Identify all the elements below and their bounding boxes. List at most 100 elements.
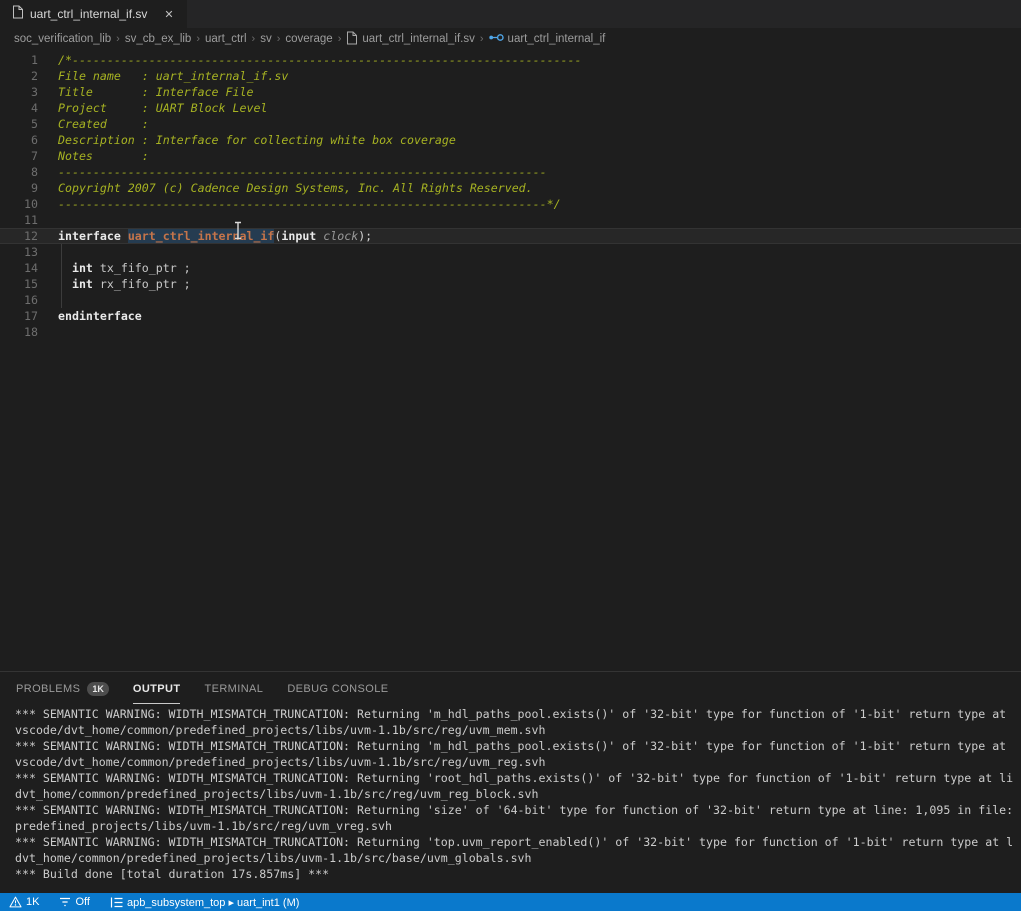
line-number: 11: [0, 212, 38, 228]
breadcrumb-file[interactable]: uart_ctrl_internal_if.sv: [346, 31, 475, 48]
line-number-gutter: 123456789101112131415161718: [0, 52, 38, 340]
breadcrumb-separator: ›: [338, 33, 342, 45]
code-token: ----------------------------------------…: [58, 197, 561, 211]
code-line-1: /*--------------------------------------…: [58, 52, 1021, 68]
line-number: 10: [0, 196, 38, 212]
status-item-label: 1K: [26, 896, 39, 908]
panel-tab-label: TERMINAL: [204, 683, 263, 695]
code-token: clock: [323, 229, 358, 243]
code-editor[interactable]: 123456789101112131415161718 /*----------…: [0, 50, 1021, 671]
line-number: 9: [0, 180, 38, 196]
breadcrumb-separator: ›: [252, 33, 256, 45]
code-line-14: int tx_fifo_ptr ;: [58, 260, 1021, 276]
close-icon[interactable]: ✕: [161, 7, 176, 22]
status-item-label: apb_subsystem_top ▸ uart_int1 (M): [127, 896, 299, 909]
breadcrumb-separator: ›: [116, 33, 120, 45]
output-line: vscode/dvt_home/common/predefined_projec…: [15, 722, 1021, 738]
panel-tab-label: PROBLEMS: [16, 683, 80, 695]
status-item-label: Off: [75, 896, 89, 908]
problems-count-badge: 1K: [87, 682, 109, 696]
breadcrumb-label: sv_cb_ex_lib: [125, 33, 191, 45]
breadcrumb: soc_verification_lib › sv_cb_ex_lib › uart_c…: [0, 28, 1021, 50]
line-number: 4: [0, 100, 38, 116]
output-line: *** SEMANTIC WARNING: WIDTH_MISMATCH_TRU…: [15, 706, 1021, 722]
output-line: *** SEMANTIC WARNING: WIDTH_MISMATCH_TRU…: [15, 834, 1021, 850]
code-token: int: [72, 277, 93, 291]
code-token: Notes :: [58, 149, 149, 163]
filter-icon: [59, 897, 71, 908]
code-token: tx_fifo_ptr ;: [100, 261, 191, 275]
panel-tab-label: OUTPUT: [133, 683, 181, 695]
code-token: Description : Interface for collecting w…: [58, 133, 456, 147]
breadcrumb-separator: ›: [480, 33, 484, 45]
editor-tab[interactable]: uart_ctrl_internal_if.sv ✕: [0, 0, 187, 28]
panel-tab-debug-console[interactable]: DEBUG CONSOLE: [287, 672, 388, 704]
output-line: vscode/dvt_home/common/predefined_projec…: [15, 754, 1021, 770]
breadcrumb-label: soc_verification_lib: [14, 33, 111, 45]
code-token: Copyright 2007 (c) Cadence Design System…: [58, 181, 533, 195]
breadcrumb-item-sv_cb_ex_lib[interactable]: sv_cb_ex_lib: [125, 33, 191, 45]
code-token: /*--------------------------------------…: [58, 53, 582, 67]
code-line-11: [58, 212, 1021, 228]
output-log[interactable]: *** SEMANTIC WARNING: WIDTH_MISMATCH_TRU…: [0, 704, 1021, 882]
output-line: dvt_home/common/predefined_projects/libs…: [15, 786, 1021, 802]
line-number: 14: [0, 260, 38, 276]
code-line-15: int rx_fifo_ptr ;: [58, 276, 1021, 292]
code-token: [93, 277, 100, 291]
code-line-10: ----------------------------------------…: [58, 196, 1021, 212]
code-token: uart_ctrl_internal_if: [128, 229, 275, 243]
code-line-9: Copyright 2007 (c) Cadence Design System…: [58, 180, 1021, 196]
output-line: predefined_projects/libs/uvm-1.1b/src/re…: [15, 818, 1021, 834]
warning-icon: [9, 896, 22, 908]
breadcrumb-item-soc_verification_lib[interactable]: soc_verification_lib: [14, 33, 111, 45]
file-icon: [12, 5, 24, 24]
code-line-17: endinterface: [58, 308, 1021, 324]
breadcrumb-symbol[interactable]: uart_ctrl_internal_if: [489, 33, 606, 45]
breadcrumb-item-coverage[interactable]: coverage: [285, 33, 332, 45]
code-token: [58, 261, 72, 275]
code-content[interactable]: /*--------------------------------------…: [58, 52, 1021, 340]
status-item-warning[interactable]: 1K: [6, 893, 42, 911]
code-line-4: Project : UART Block Level: [58, 100, 1021, 116]
breadcrumb-label: sv: [260, 33, 272, 45]
bottom-panel: PROBLEMS 1K OUTPUT TERMINAL DEBUG CONSOLE **…: [0, 671, 1021, 893]
code-token: rx_fifo_ptr ;: [100, 277, 191, 291]
output-line: *** SEMANTIC WARNING: WIDTH_MISMATCH_TRU…: [15, 802, 1021, 818]
output-line: *** Build done [total duration 17s.857ms…: [15, 866, 1021, 882]
breadcrumb-item-uart_ctrl[interactable]: uart_ctrl: [205, 33, 247, 45]
vscode-window: uart_ctrl_internal_if.sv ✕ soc_verificat…: [0, 0, 1021, 911]
panel-tab-terminal[interactable]: TERMINAL: [204, 672, 263, 704]
panel-tab-problems[interactable]: PROBLEMS 1K: [16, 672, 109, 704]
code-line-12: interface uart_ctrl_internal_if(input cl…: [58, 228, 1021, 244]
code-token: Created :: [58, 117, 149, 131]
line-number: 17: [0, 308, 38, 324]
text-cursor-icon: [233, 221, 243, 240]
line-number: 13: [0, 244, 38, 260]
code-token: endinterface: [58, 309, 142, 323]
code-line-16: [58, 292, 1021, 308]
line-number: 5: [0, 116, 38, 132]
panel-tab-output[interactable]: OUTPUT: [133, 672, 181, 704]
tab-bar: uart_ctrl_internal_if.sv ✕: [0, 0, 1021, 28]
output-line: *** SEMANTIC WARNING: WIDTH_MISMATCH_TRU…: [15, 738, 1021, 754]
status-item-list-tree[interactable]: apb_subsystem_top ▸ uart_int1 (M): [107, 893, 302, 911]
line-number: 15: [0, 276, 38, 292]
interface-symbol-icon: [489, 33, 504, 45]
code-token: input: [281, 229, 316, 243]
code-token: [93, 261, 100, 275]
breadcrumb-label: coverage: [285, 33, 332, 45]
code-token: interface: [58, 229, 121, 243]
status-item-filter[interactable]: Off: [56, 893, 92, 911]
line-number: 7: [0, 148, 38, 164]
line-number: 3: [0, 84, 38, 100]
breadcrumb-item-sv[interactable]: sv: [260, 33, 272, 45]
panel-tab-bar: PROBLEMS 1K OUTPUT TERMINAL DEBUG CONSOLE: [0, 672, 1021, 704]
code-token: int: [72, 261, 93, 275]
code-line-8: ----------------------------------------…: [58, 164, 1021, 180]
code-token: Project : UART Block Level: [58, 101, 267, 115]
code-token: [58, 277, 72, 291]
breadcrumb-label: uart_ctrl_internal_if: [508, 33, 606, 45]
line-number: 2: [0, 68, 38, 84]
code-line-3: Title : Interface File: [58, 84, 1021, 100]
line-number: 1: [0, 52, 38, 68]
